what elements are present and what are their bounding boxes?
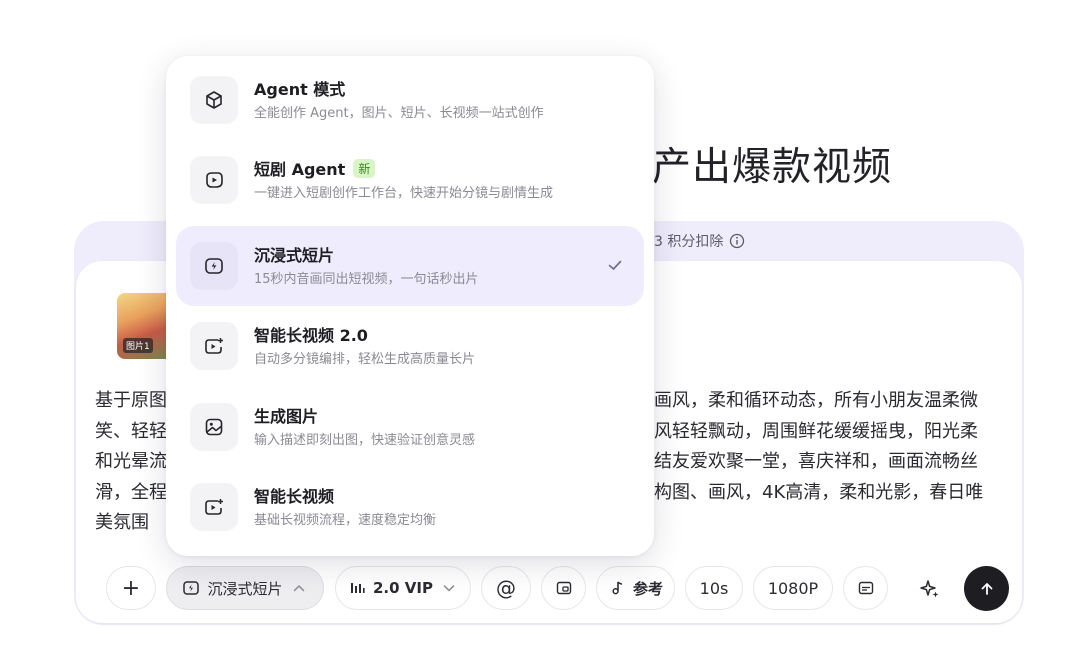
menu-item-desc: 全能创作 Agent，图片、短片、长视频一站式创作	[254, 106, 544, 121]
video-plus-icon	[190, 483, 238, 531]
add-label: +	[121, 575, 141, 601]
menu-item-title: Agent 模式	[254, 80, 346, 99]
menu-item-generate-image[interactable]: 生成图片 输入描述即刻出图，快速验证创意灵感	[176, 387, 644, 467]
add-button[interactable]: +	[106, 566, 156, 610]
mention-label: @	[496, 576, 516, 600]
cube-icon	[190, 76, 238, 124]
menu-item-smart-long-video-2[interactable]: 智能长视频 2.0 自动多分镜编排，轻松生成高质量长片	[176, 306, 644, 386]
resolution-button[interactable]: 1080P	[753, 566, 833, 610]
mention-button[interactable]: @	[481, 566, 531, 610]
image-icon	[190, 403, 238, 451]
bars-icon	[351, 583, 365, 593]
mode-select-button[interactable]: 沉浸式短片	[166, 566, 324, 610]
send-button[interactable]	[964, 566, 1009, 611]
menu-item-title: 智能长视频 2.0	[254, 326, 368, 345]
menu-item-desc: 15秒内音画同出短视频，一句话秒出片	[254, 272, 479, 287]
mode-dropdown-menu: Agent 模式 全能创作 Agent，图片、短片、长视频一站式创作 短剧 Ag…	[166, 56, 654, 556]
new-badge: 新	[353, 158, 376, 178]
menu-item-agent-mode[interactable]: Agent 模式 全能创作 Agent，图片、短片、长视频一站式创作	[176, 60, 644, 140]
credits-text: 3 积分扣除	[654, 234, 724, 250]
check-icon	[608, 260, 622, 270]
aspect-ratio-button[interactable]	[541, 566, 586, 610]
subtitle-icon	[858, 581, 873, 595]
reference-button[interactable]: 参考	[596, 566, 675, 610]
video-plus-icon	[190, 322, 238, 370]
music-note-icon	[612, 581, 623, 595]
menu-item-desc: 一键进入短剧创作工作台，快速开始分镜与剧情生成	[254, 186, 554, 201]
drama-icon	[190, 156, 238, 204]
mode-label: 沉浸式短片	[207, 579, 283, 598]
menu-item-desc: 基础长视频流程，速度稳定均衡	[254, 513, 437, 528]
duration-label: 10s	[699, 578, 729, 598]
sparkle-icon	[920, 580, 939, 598]
arrow-up-icon	[981, 582, 992, 595]
model-label: 2.0 VIP	[373, 579, 433, 597]
menu-item-drama-agent[interactable]: 短剧 Agent 新 一键进入短剧创作工作台，快速开始分镜与剧情生成	[176, 140, 644, 220]
duration-button[interactable]: 10s	[685, 566, 743, 610]
info-icon[interactable]	[729, 233, 745, 249]
subtitle-button[interactable]	[843, 566, 888, 610]
menu-item-title: 智能长视频	[254, 487, 335, 506]
aspect-ratio-icon	[556, 581, 571, 595]
menu-item-desc: 输入描述即刻出图，快速验证创意灵感	[254, 433, 476, 448]
menu-item-title: 短剧 Agent	[254, 160, 346, 179]
menu-item-title: 生成图片	[254, 407, 319, 426]
bolt-icon	[183, 581, 200, 595]
resolution-label: 1080P	[767, 578, 819, 598]
bolt-icon	[190, 242, 238, 290]
page-headline: 产出爆款视频	[652, 145, 893, 190]
menu-item-desc: 自动多分镜编排，轻松生成高质量长片	[254, 352, 476, 367]
chevron-up-icon	[293, 584, 304, 592]
model-select-button[interactable]: 2.0 VIP	[335, 566, 471, 610]
credits-info: 3 积分扣除	[654, 231, 745, 251]
menu-item-title: 沉浸式短片	[254, 246, 335, 265]
thumbnail-label: 图片1	[123, 338, 153, 353]
menu-item-smart-long-video[interactable]: 智能长视频 基础长视频流程，速度稳定均衡	[176, 467, 644, 547]
menu-item-immersive-short[interactable]: 沉浸式短片 15秒内音画同出短视频，一句话秒出片	[176, 226, 644, 306]
reference-label: 参考	[632, 579, 663, 598]
enhance-prompt-button[interactable]	[916, 575, 944, 603]
prompt-text-right[interactable]: 画风，柔和循环动态，所有小朋友温柔微 风轻轻飘动，周围鲜花缓缓摇曳，阳光柔 结友…	[654, 386, 1014, 508]
chevron-down-icon	[443, 585, 455, 592]
